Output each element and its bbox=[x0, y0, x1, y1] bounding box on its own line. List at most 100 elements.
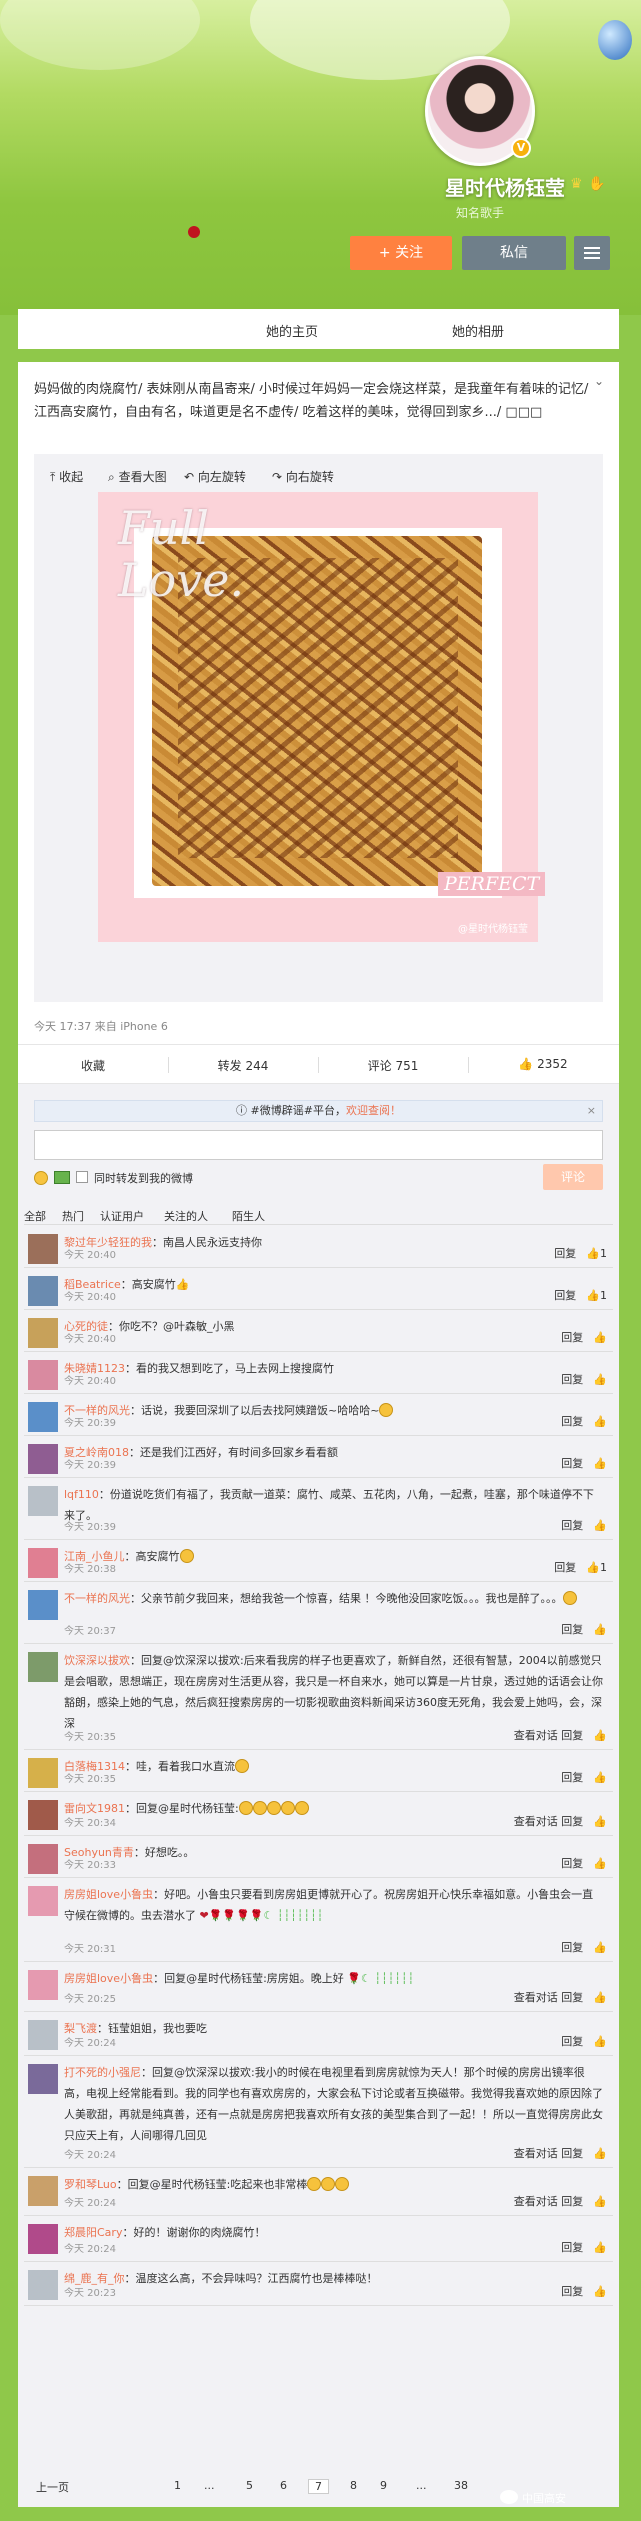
reply-button[interactable]: 查看对话 回复 bbox=[514, 1815, 584, 1828]
page-38[interactable]: 38 bbox=[454, 2479, 468, 2492]
image-icon[interactable] bbox=[54, 1171, 70, 1184]
comment-nick[interactable]: 饮深深以拔欢 bbox=[64, 1654, 130, 1667]
page-9[interactable]: 9 bbox=[380, 2479, 387, 2492]
comment-like-button[interactable]: 👍 bbox=[593, 1623, 607, 1636]
comment-like-button[interactable]: 👍1 bbox=[586, 1289, 607, 1302]
comment-like-button[interactable]: 👍 bbox=[593, 1815, 607, 1828]
avatar[interactable] bbox=[28, 1402, 58, 1432]
reply-button[interactable]: 回复 bbox=[561, 1623, 583, 1636]
reply-button[interactable]: 回复 bbox=[561, 1457, 583, 1470]
reply-button[interactable]: 回复 bbox=[561, 1519, 583, 1532]
comment-like-button[interactable]: 👍 bbox=[593, 1457, 607, 1470]
avatar[interactable] bbox=[28, 2270, 58, 2300]
comment-like-button[interactable]: 👍 bbox=[593, 2285, 607, 2298]
reply-button[interactable]: 查看对话 回复 bbox=[514, 2147, 584, 2160]
filter-all[interactable]: 全部 bbox=[24, 1208, 46, 1224]
filter-verified[interactable]: 认证用户 bbox=[100, 1208, 144, 1224]
tab-album[interactable]: 她的相册 bbox=[452, 321, 504, 340]
follow-button[interactable]: + 关注 bbox=[350, 236, 452, 270]
avatar[interactable] bbox=[28, 1590, 58, 1620]
avatar[interactable] bbox=[28, 1758, 58, 1788]
comment-nick[interactable]: 打不死的小强尼 bbox=[64, 2066, 141, 2079]
comment-like-button[interactable]: 👍 bbox=[593, 1991, 607, 2004]
comment-nick[interactable]: 郑晨阳Cary bbox=[64, 2226, 122, 2239]
rotate-left-button[interactable]: ↶ 向左旋转 bbox=[184, 468, 246, 485]
page-6[interactable]: 6 bbox=[280, 2479, 287, 2492]
comment-like-button[interactable]: 👍 bbox=[593, 1771, 607, 1784]
reply-button[interactable]: 回复 bbox=[561, 1415, 583, 1428]
comment-like-button[interactable]: 👍 bbox=[593, 2241, 607, 2254]
reply-button[interactable]: 查看对话 回复 bbox=[514, 1991, 584, 2004]
more-menu-button[interactable] bbox=[574, 236, 610, 270]
reply-button[interactable]: 回复 bbox=[561, 2035, 583, 2048]
reply-button[interactable]: 查看对话 回复 bbox=[514, 1729, 584, 1742]
avatar[interactable] bbox=[28, 2224, 58, 2254]
repost-button[interactable]: 转发 244 bbox=[168, 1057, 318, 1074]
message-button[interactable]: 私信 bbox=[462, 236, 566, 270]
tab-homepage[interactable]: 她的主页 bbox=[266, 321, 318, 340]
post-photo[interactable]: Full Love. PERFECT @星时代杨钰莹 bbox=[98, 492, 546, 942]
comment-input[interactable] bbox=[34, 1130, 603, 1160]
avatar[interactable] bbox=[28, 2176, 58, 2206]
reply-button[interactable]: 回复 bbox=[554, 1561, 576, 1574]
reply-button[interactable]: 回复 bbox=[561, 1771, 583, 1784]
comment-nick[interactable]: 房房姐love小鲁虫 bbox=[64, 1972, 153, 1985]
comment-like-button[interactable]: 👍 bbox=[593, 1941, 607, 1954]
avatar[interactable] bbox=[28, 1548, 58, 1578]
avatar[interactable] bbox=[28, 1318, 58, 1348]
comment-nick[interactable]: 房房姐love小鲁虫 bbox=[64, 1888, 153, 1901]
avatar[interactable] bbox=[28, 1444, 58, 1474]
comment-nick[interactable]: 不一样的风光 bbox=[64, 1592, 130, 1605]
comment-nick[interactable]: 罗和琴Luo bbox=[64, 2178, 117, 2191]
comment-like-button[interactable]: 👍 bbox=[593, 1415, 607, 1428]
chevron-down-icon[interactable]: ⌄ bbox=[594, 374, 604, 388]
reply-button[interactable]: 回复 bbox=[561, 1331, 583, 1344]
avatar[interactable] bbox=[28, 1360, 58, 1390]
reply-button[interactable]: 回复 bbox=[554, 1289, 576, 1302]
comment-like-button[interactable]: 👍 bbox=[593, 1519, 607, 1532]
avatar[interactable] bbox=[28, 1886, 58, 1916]
comment-button[interactable]: 评论 751 bbox=[318, 1057, 468, 1074]
reply-button[interactable]: 回复 bbox=[561, 2241, 583, 2254]
avatar[interactable] bbox=[28, 2064, 58, 2094]
avatar[interactable] bbox=[28, 1234, 58, 1264]
submit-comment-button[interactable]: 评论 bbox=[543, 1164, 603, 1190]
comment-like-button[interactable]: 👍 bbox=[593, 2035, 607, 2048]
comment-like-button[interactable]: 👍1 bbox=[586, 1561, 607, 1574]
filter-strangers[interactable]: 陌生人 bbox=[232, 1208, 265, 1224]
comment-like-button[interactable]: 👍 bbox=[593, 1331, 607, 1344]
comment-like-button[interactable]: 👍 bbox=[593, 2147, 607, 2160]
reply-button[interactable]: 回复 bbox=[561, 1941, 583, 1954]
collapse-button[interactable]: ⤒ 收起 bbox=[50, 468, 83, 485]
avatar[interactable] bbox=[28, 1800, 58, 1830]
reply-button[interactable]: 查看对话 回复 bbox=[514, 2195, 584, 2208]
comment-like-button[interactable]: 👍 bbox=[593, 2195, 607, 2208]
rumor-notice[interactable]: ⓘ #微博辟谣#平台，欢迎查阅！ × bbox=[34, 1100, 603, 1122]
close-icon[interactable]: × bbox=[587, 1101, 596, 1121]
comment-like-button[interactable]: 👍 bbox=[593, 1857, 607, 1870]
page-5[interactable]: 5 bbox=[246, 2479, 253, 2492]
filter-hot[interactable]: 热门 bbox=[62, 1208, 84, 1224]
reply-button[interactable]: 回复 bbox=[554, 1247, 576, 1260]
avatar[interactable] bbox=[28, 1970, 58, 2000]
page-7-current[interactable]: 7 bbox=[308, 2479, 329, 2494]
rotate-right-button[interactable]: ↷ 向右旋转 bbox=[272, 468, 334, 485]
page-1[interactable]: 1 bbox=[174, 2479, 181, 2492]
avatar[interactable] bbox=[28, 2020, 58, 2050]
avatar[interactable] bbox=[28, 1276, 58, 1306]
avatar[interactable] bbox=[28, 1652, 58, 1682]
favorite-button[interactable]: 收藏 bbox=[18, 1057, 168, 1074]
filter-following[interactable]: 关注的人 bbox=[164, 1208, 208, 1224]
comment-like-button[interactable]: 👍 bbox=[593, 1373, 607, 1386]
like-button[interactable]: 👍 2352 bbox=[468, 1057, 618, 1071]
emoji-icon[interactable] bbox=[34, 1171, 48, 1185]
page-8[interactable]: 8 bbox=[350, 2479, 357, 2492]
reply-button[interactable]: 回复 bbox=[561, 1373, 583, 1386]
comment-nick[interactable]: lqf110 bbox=[64, 1488, 99, 1501]
reply-button[interactable]: 回复 bbox=[561, 1857, 583, 1870]
comment-like-button[interactable]: 👍1 bbox=[586, 1247, 607, 1260]
reply-button[interactable]: 回复 bbox=[561, 2285, 583, 2298]
notice-link[interactable]: 欢迎查阅！ bbox=[346, 1104, 401, 1117]
avatar[interactable] bbox=[28, 1486, 58, 1516]
prev-page-button[interactable]: 上一页 bbox=[36, 2479, 69, 2495]
